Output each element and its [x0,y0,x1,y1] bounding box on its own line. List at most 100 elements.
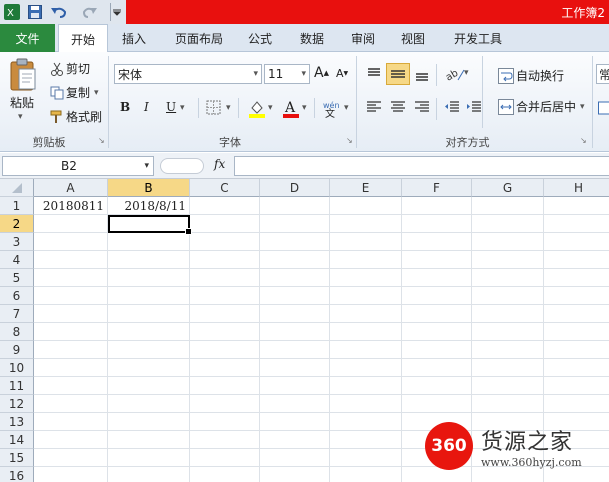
row-header-11[interactable]: 11 [0,377,34,395]
cell-a15[interactable] [34,449,108,467]
copy-button[interactable]: 复制 ▾ [48,84,99,101]
row-header-4[interactable]: 4 [0,251,34,269]
cell-a16[interactable] [34,467,108,482]
cell-f12[interactable] [402,395,472,413]
cell-d12[interactable] [260,395,330,413]
border-icon[interactable] [206,100,222,119]
cell-e5[interactable] [330,269,402,287]
tab-view[interactable]: 视图 [392,24,434,52]
column-header-h[interactable]: H [544,179,609,197]
cell-c11[interactable] [190,377,260,395]
cell-b9[interactable] [108,341,190,359]
bold-button[interactable]: B [120,100,130,114]
orientation-dropdown-icon[interactable]: ▾ [464,68,469,78]
orientation-icon[interactable]: ab [444,64,466,87]
fill-color-dropdown-icon[interactable]: ▾ [268,103,273,113]
cell-e9[interactable] [330,341,402,359]
cell-g5[interactable] [472,269,544,287]
cell-a4[interactable] [34,251,108,269]
column-header-d[interactable]: D [260,179,330,197]
cell-e7[interactable] [330,305,402,323]
cell-a12[interactable] [34,395,108,413]
row-header-3[interactable]: 3 [0,233,34,251]
cell-e1[interactable] [330,197,402,215]
cell-d4[interactable] [260,251,330,269]
cell-e2[interactable] [330,215,402,233]
cell-h8[interactable] [544,323,609,341]
cell-h2[interactable] [544,215,609,233]
cell-h1[interactable] [544,197,609,215]
copy-dropdown-icon[interactable]: ▾ [94,88,99,98]
name-box[interactable]: B2 ▾ [2,156,154,176]
row-header-14[interactable]: 14 [0,431,34,449]
wrap-text-button[interactable]: 自动换行 [496,67,564,84]
align-left-icon[interactable] [366,99,382,118]
column-header-a[interactable]: A [34,179,108,197]
cell-b14[interactable] [108,431,190,449]
fill-color-icon[interactable] [248,98,266,121]
cell-g3[interactable] [472,233,544,251]
font-size-dropdown-icon[interactable]: ▾ [301,69,309,79]
font-color-icon[interactable]: A [282,98,300,121]
cell-e15[interactable] [330,449,402,467]
row-header-16[interactable]: 16 [0,467,34,482]
cell-a11[interactable] [34,377,108,395]
cell-h9[interactable] [544,341,609,359]
cell-e13[interactable] [330,413,402,431]
cell-c13[interactable] [190,413,260,431]
cell-b4[interactable] [108,251,190,269]
cell-d1[interactable] [260,197,330,215]
cell-b6[interactable] [108,287,190,305]
cell-c16[interactable] [190,467,260,482]
excel-icon[interactable]: X [2,3,22,21]
grow-font-icon[interactable]: A ▲ [314,65,329,81]
customize-icon[interactable] [110,3,122,21]
tab-page-layout[interactable]: 页面布局 [164,24,234,52]
cell-e3[interactable] [330,233,402,251]
phonetic-dropdown-icon[interactable]: ▾ [344,103,349,113]
phonetic-icon[interactable]: wén 文 [322,98,342,121]
row-header-15[interactable]: 15 [0,449,34,467]
increase-indent-icon[interactable] [466,99,482,118]
cell-f11[interactable] [402,377,472,395]
cell-f3[interactable] [402,233,472,251]
tab-data[interactable]: 数据 [290,24,334,52]
cell-d10[interactable] [260,359,330,377]
row-header-9[interactable]: 9 [0,341,34,359]
row-header-8[interactable]: 8 [0,323,34,341]
cell-g11[interactable] [472,377,544,395]
cell-g9[interactable] [472,341,544,359]
formula-bar-splitter[interactable] [160,158,204,174]
cell-c1[interactable] [190,197,260,215]
cell-c10[interactable] [190,359,260,377]
cell-h10[interactable] [544,359,609,377]
font-name-box[interactable]: 宋体 ▾ [114,64,262,84]
tab-insert[interactable]: 插入 [112,24,156,52]
cell-g6[interactable] [472,287,544,305]
save-icon[interactable] [26,3,44,21]
cell-e16[interactable] [330,467,402,482]
column-header-c[interactable]: C [190,179,260,197]
align-middle-button[interactable] [386,63,410,85]
cell-h12[interactable] [544,395,609,413]
paste-button[interactable]: 粘贴 [10,94,34,111]
italic-button[interactable]: I [144,100,149,114]
decrease-indent-icon[interactable] [444,99,460,118]
cell-d8[interactable] [260,323,330,341]
cell-b15[interactable] [108,449,190,467]
cell-a5[interactable] [34,269,108,287]
cell-f4[interactable] [402,251,472,269]
cell-f10[interactable] [402,359,472,377]
cell-a1[interactable]: 20180811 [34,197,108,215]
row-header-1[interactable]: 1 [0,197,34,215]
fill-handle[interactable] [185,228,192,235]
align-right-icon[interactable] [414,99,430,118]
cell-b8[interactable] [108,323,190,341]
cell-g10[interactable] [472,359,544,377]
cell-b5[interactable] [108,269,190,287]
cell-d7[interactable] [260,305,330,323]
cell-b2-selected[interactable] [108,215,192,235]
paste-dropdown-icon[interactable]: ▾ [18,112,23,122]
align-center-icon[interactable] [390,99,406,118]
cell-d16[interactable] [260,467,330,482]
